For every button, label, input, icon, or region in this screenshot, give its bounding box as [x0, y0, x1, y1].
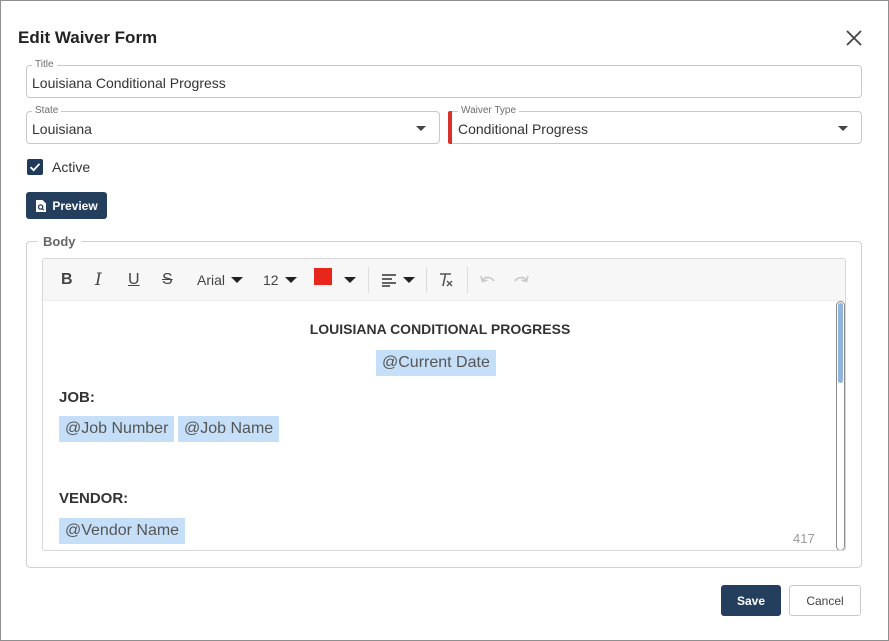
- caret-down-icon: [231, 277, 244, 283]
- underline-icon: U: [128, 271, 140, 288]
- waiver-type-label: Waiver Type: [458, 105, 520, 117]
- scrollbar-thumb[interactable]: [838, 303, 843, 383]
- state-select[interactable]: State Louisiana: [26, 105, 440, 144]
- cancel-button[interactable]: Cancel: [789, 585, 861, 616]
- job-number-token: @Job Number: [59, 416, 175, 442]
- close-icon: [846, 30, 862, 46]
- title-input[interactable]: Louisiana Conditional Progress: [32, 75, 226, 91]
- body-legend: Body: [38, 234, 81, 249]
- waiver-type-select[interactable]: Waiver Type Conditional Progress: [448, 105, 862, 144]
- state-select-value: Louisiana: [32, 121, 92, 137]
- save-button[interactable]: Save: [721, 585, 781, 616]
- title-field[interactable]: Title Louisiana Conditional Progress: [26, 59, 862, 98]
- undo-icon: [480, 275, 495, 283]
- redo-button[interactable]: [512, 259, 530, 301]
- edit-waiver-dialog: Edit Waiver Form Title Louisiana Conditi…: [0, 0, 889, 641]
- text-color-picker[interactable]: [314, 259, 356, 301]
- checkmark-icon: [29, 163, 41, 172]
- editor-content[interactable]: LOUISIANA CONDITIONAL PROGRESS @Current …: [43, 301, 833, 550]
- editor-scrollbar[interactable]: [836, 301, 845, 550]
- rich-text-editor: B I U S Arial 12 LOUISIANA CONDITIONAL P…: [42, 258, 846, 551]
- font-size-dropdown[interactable]: 12: [263, 259, 297, 301]
- redo-icon: [514, 275, 529, 283]
- italic-button[interactable]: I: [95, 259, 109, 301]
- preview-button-label: Preview: [52, 198, 98, 213]
- caret-down-icon: [284, 277, 297, 283]
- vendor-name-token: @Vendor Name: [59, 518, 186, 544]
- editor-toolbar: B I U S Arial 12: [43, 259, 845, 301]
- strikethrough-icon: S: [162, 271, 173, 288]
- vendor-label: VENDOR:: [59, 490, 129, 507]
- strikethrough-button[interactable]: S: [162, 259, 178, 301]
- dialog-title: Edit Waiver Form: [18, 28, 158, 47]
- bold-button[interactable]: B: [61, 259, 77, 301]
- body-fieldset: Body B I U S Arial 12 LOUISIANA CONDITIO…: [26, 234, 862, 568]
- font-family-dropdown[interactable]: Arial: [197, 259, 244, 301]
- chevron-down-icon: [416, 126, 426, 131]
- color-swatch: [314, 267, 332, 285]
- preview-button[interactable]: Preview: [26, 192, 107, 219]
- toolbar-divider: [467, 267, 468, 293]
- font-family-value: Arial: [197, 272, 226, 288]
- state-select-label: State: [32, 105, 62, 117]
- toolbar-divider: [368, 267, 369, 293]
- align-left-icon: [382, 274, 396, 287]
- character-count: 417: [793, 531, 815, 546]
- clear-format-icon: [440, 273, 453, 287]
- document-search-icon: [36, 199, 47, 212]
- required-indicator: [448, 111, 452, 144]
- bold-icon: B: [61, 271, 73, 288]
- font-size-value: 12: [263, 272, 279, 288]
- document-heading: LOUISIANA CONDITIONAL PROGRESS: [309, 321, 571, 337]
- job-name-token: @Job Name: [178, 416, 280, 442]
- caret-down-icon: [403, 277, 415, 283]
- undo-button[interactable]: [479, 259, 497, 301]
- waiver-type-value: Conditional Progress: [458, 121, 588, 137]
- clear-format-button[interactable]: [438, 259, 454, 301]
- caret-down-icon: [344, 277, 356, 283]
- toolbar-divider: [426, 267, 427, 293]
- align-dropdown[interactable]: [381, 259, 415, 301]
- title-field-label: Title: [32, 59, 57, 71]
- underline-button[interactable]: U: [128, 259, 144, 301]
- active-label[interactable]: Active: [52, 159, 90, 175]
- close-button[interactable]: [841, 25, 867, 51]
- chevron-down-icon: [838, 126, 848, 131]
- italic-icon: I: [95, 270, 102, 290]
- active-checkbox[interactable]: [27, 159, 43, 175]
- current-date-token: @Current Date: [376, 350, 496, 376]
- job-label: JOB:: [59, 389, 95, 406]
